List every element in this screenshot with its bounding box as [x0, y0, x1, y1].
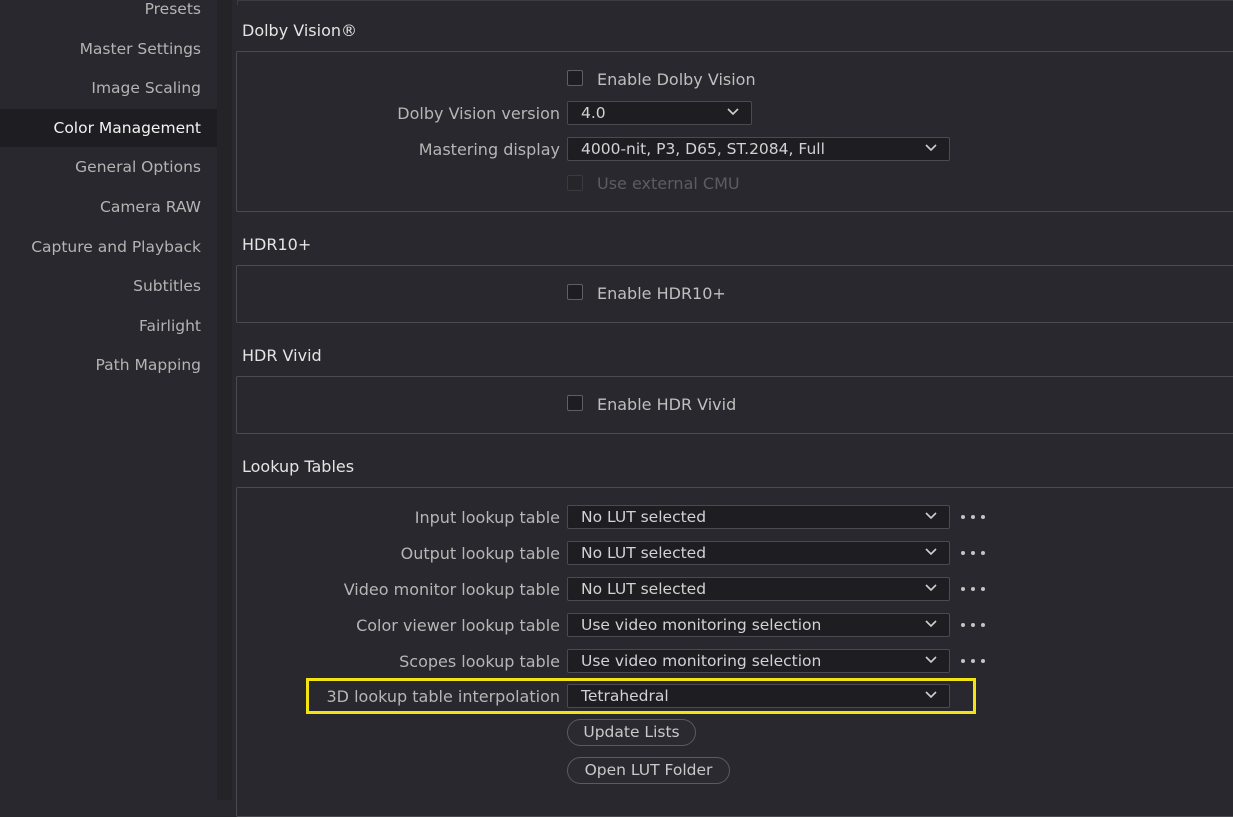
dolby-vision-version-value: 4.0	[581, 104, 606, 122]
color-viewer-lut-value: Use video monitoring selection	[581, 616, 822, 634]
more-options-icon[interactable]	[961, 656, 989, 666]
color-viewer-lut-dropdown[interactable]: Use video monitoring selection	[567, 613, 950, 637]
enable-hdr10-label: Enable HDR10+	[597, 284, 726, 303]
input-lut-value: No LUT selected	[581, 508, 707, 526]
enable-dolby-vision-label: Enable Dolby Vision	[597, 70, 756, 89]
highlight-box	[306, 678, 976, 714]
sidebar-item-general-options[interactable]: General Options	[0, 148, 217, 186]
sidebar-item-master-settings[interactable]: Master Settings	[0, 30, 217, 68]
settings-content: Dolby Vision® Enable Dolby Vision Dolby …	[232, 0, 1233, 817]
hdr-vivid-panel: Enable HDR Vivid	[236, 376, 1233, 434]
output-lut-label: Output lookup table	[400, 544, 560, 563]
chevron-down-icon	[925, 584, 937, 592]
sidebar-item-fairlight[interactable]: Fairlight	[0, 307, 217, 345]
lookup-tables-panel: Input lookup table No LUT selected Outpu…	[236, 487, 1233, 817]
chevron-down-icon	[925, 144, 937, 152]
mastering-display-dropdown[interactable]: 4000-nit, P3, D65, ST.2084, Full	[567, 137, 950, 161]
scopes-lut-label: Scopes lookup table	[399, 652, 560, 671]
dolby-vision-version-dropdown[interactable]: 4.0	[567, 101, 752, 125]
sidebar-item-presets[interactable]: Presets	[0, 0, 217, 28]
enable-dolby-vision-checkbox[interactable]	[567, 70, 583, 86]
sidebar-item-path-mapping[interactable]: Path Mapping	[0, 346, 217, 384]
sidebar-item-image-scaling[interactable]: Image Scaling	[0, 69, 217, 107]
enable-hdr-vivid-checkbox[interactable]	[567, 395, 583, 411]
sidebar-divider	[217, 0, 232, 800]
previous-panel-edge	[237, 0, 1233, 5]
hdr10-section-title: HDR10+	[242, 235, 312, 254]
lookup-tables-section-title: Lookup Tables	[242, 457, 355, 476]
more-options-icon[interactable]	[961, 548, 989, 558]
input-lut-label: Input lookup table	[414, 508, 560, 527]
use-external-cmu-label: Use external CMU	[597, 174, 740, 193]
sidebar-item-subtitles[interactable]: Subtitles	[0, 267, 217, 305]
more-options-icon[interactable]	[961, 584, 989, 594]
mastering-display-value: 4000-nit, P3, D65, ST.2084, Full	[581, 140, 825, 158]
hdr10-panel: Enable HDR10+	[236, 265, 1233, 323]
dolby-vision-section-title: Dolby Vision®	[242, 21, 358, 40]
update-lists-button[interactable]: Update Lists	[567, 719, 696, 746]
settings-sidebar: Presets Master Settings Image Scaling Co…	[0, 0, 217, 800]
output-lut-dropdown[interactable]: No LUT selected	[567, 541, 950, 565]
more-options-icon[interactable]	[961, 620, 989, 630]
chevron-down-icon	[925, 620, 937, 628]
chevron-down-icon	[925, 656, 937, 664]
video-monitor-lut-label: Video monitor lookup table	[343, 580, 560, 599]
open-lut-folder-button[interactable]: Open LUT Folder	[567, 757, 730, 784]
output-lut-value: No LUT selected	[581, 544, 707, 562]
chevron-down-icon	[727, 108, 739, 116]
chevron-down-icon	[925, 548, 937, 556]
scopes-lut-value: Use video monitoring selection	[581, 652, 822, 670]
video-monitor-lut-value: No LUT selected	[581, 580, 707, 598]
input-lut-dropdown[interactable]: No LUT selected	[567, 505, 950, 529]
sidebar-item-color-management[interactable]: Color Management	[0, 109, 217, 147]
dolby-vision-version-label: Dolby Vision version	[397, 104, 560, 123]
enable-hdr10-checkbox[interactable]	[567, 284, 583, 300]
use-external-cmu-checkbox	[567, 175, 583, 191]
chevron-down-icon	[925, 512, 937, 520]
sidebar-item-capture-and-playback[interactable]: Capture and Playback	[0, 228, 217, 266]
enable-hdr-vivid-label: Enable HDR Vivid	[597, 395, 737, 414]
sidebar-item-camera-raw[interactable]: Camera RAW	[0, 188, 217, 226]
color-viewer-lut-label: Color viewer lookup table	[356, 616, 560, 635]
mastering-display-label: Mastering display	[418, 140, 560, 159]
scopes-lut-dropdown[interactable]: Use video monitoring selection	[567, 649, 950, 673]
hdr-vivid-section-title: HDR Vivid	[242, 346, 322, 365]
more-options-icon[interactable]	[961, 512, 989, 522]
video-monitor-lut-dropdown[interactable]: No LUT selected	[567, 577, 950, 601]
dolby-vision-panel: Enable Dolby Vision Dolby Vision version…	[236, 51, 1233, 212]
